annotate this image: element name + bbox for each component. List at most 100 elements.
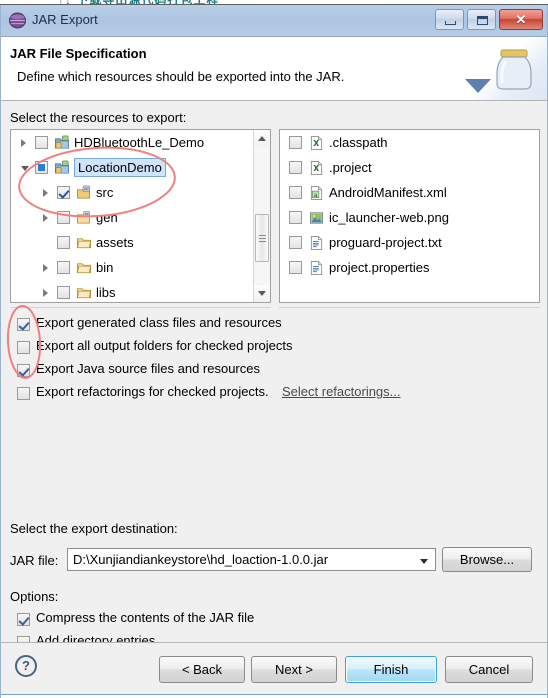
export-option-checkbox[interactable] — [17, 364, 30, 377]
tree-checkbox[interactable] — [57, 186, 70, 199]
tree-checkbox[interactable] — [57, 211, 70, 224]
minimize-button[interactable] — [435, 9, 464, 30]
expand-arrow-closed-icon[interactable] — [43, 289, 48, 297]
scrollbar-grip — [259, 233, 266, 244]
minimize-icon — [445, 21, 456, 25]
header-banner — [461, 37, 547, 100]
options-label: Options: — [10, 589, 59, 604]
expand-arrow-open-icon[interactable] — [21, 166, 29, 171]
export-option-checkbox[interactable] — [17, 341, 30, 354]
tree-item-label: LocationDemo — [74, 158, 166, 177]
window-title: JAR Export — [32, 12, 98, 27]
folder-icon — [77, 263, 91, 274]
tree-row[interactable]: LocationDemo — [11, 155, 252, 180]
scrollbar-thumb[interactable] — [255, 214, 269, 262]
file-label: ic_launcher-web.png — [329, 210, 449, 225]
file-checkbox[interactable] — [289, 136, 302, 149]
option-label: Compress the contents of the JAR file — [36, 610, 255, 625]
close-icon: ✕ — [515, 12, 527, 27]
android-project-icon — [55, 135, 69, 149]
export-option-checkbox[interactable] — [17, 318, 30, 331]
export-option-label: Export generated class files and resourc… — [36, 315, 282, 330]
maximize-button[interactable] — [467, 9, 496, 30]
expand-arrow-closed-icon[interactable] — [43, 189, 48, 197]
file-row[interactable]: X .project — [280, 155, 539, 180]
file-checkbox[interactable] — [289, 211, 302, 224]
scroll-up-button[interactable] — [254, 130, 270, 147]
gen-folder-icon — [77, 211, 90, 224]
tree-item-label: libs — [96, 285, 116, 300]
tree-row[interactable]: src — [11, 180, 252, 205]
back-button[interactable]: < Back — [159, 656, 245, 683]
option-checkbox[interactable] — [17, 613, 30, 626]
tree-checkbox[interactable] — [57, 261, 70, 274]
cancel-button[interactable]: Cancel — [445, 656, 533, 683]
chevron-down-icon — [258, 291, 266, 296]
resource-tree-panel[interactable]: HDBluetoothLe_Demo LocationDemo src gen asse… — [10, 129, 271, 303]
tree-item-label: assets — [96, 235, 134, 250]
tree-row[interactable]: assets — [11, 230, 252, 255]
expand-arrow-closed-icon[interactable] — [21, 139, 26, 147]
file-label: .classpath — [329, 135, 388, 150]
scroll-down-button[interactable] — [254, 285, 270, 302]
jar-file-combo[interactable]: D:\Xunjiandiankeystore\hd_loaction-1.0.0… — [67, 548, 436, 571]
file-label: proguard-project.txt — [329, 235, 442, 250]
export-option-checkbox[interactable] — [17, 387, 30, 400]
tree-row[interactable]: libs — [11, 280, 252, 302]
tree-item-label: bin — [96, 260, 114, 275]
xml-file-icon: X — [310, 161, 323, 175]
expand-arrow-closed-icon[interactable] — [43, 264, 48, 272]
file-checkbox[interactable] — [289, 186, 302, 199]
page-title: JAR File Specification — [10, 46, 147, 61]
file-row[interactable]: project.properties — [280, 255, 539, 280]
file-checkbox[interactable] — [289, 261, 302, 274]
tree-checkbox[interactable] — [57, 286, 70, 299]
export-option-label: Export refactorings for checked projects… — [36, 384, 269, 399]
folder-icon — [77, 288, 91, 299]
file-row[interactable]: X .classpath — [280, 130, 539, 155]
text-file-icon — [310, 261, 323, 275]
next-button[interactable]: Next > — [251, 656, 337, 683]
file-label: AndroidManifest.xml — [329, 185, 447, 200]
tree-item-label: src — [96, 185, 114, 200]
select-refactorings-link[interactable]: Select refactorings... — [282, 384, 401, 399]
resources-label: Select the resources to export: — [10, 110, 187, 125]
tree-row[interactable]: gen — [11, 205, 252, 230]
close-button[interactable]: ✕ — [499, 9, 543, 30]
export-option-label: Export Java source files and resources — [36, 361, 260, 376]
manifest-file-icon: a — [310, 186, 323, 200]
file-list[interactable]: X .classpath X .project a AndroidManifest.xml… — [280, 130, 539, 302]
window-controls: ✕ — [435, 9, 543, 30]
tree-item-label: gen — [96, 210, 118, 225]
tree-item-label: HDBluetoothLe_Demo — [74, 135, 205, 150]
file-row[interactable]: ic_launcher-web.png — [280, 205, 539, 230]
svg-text:X: X — [313, 164, 319, 173]
tree-checkbox[interactable] — [57, 236, 70, 249]
finish-button[interactable]: Finish — [345, 656, 437, 683]
export-option-label: Export all output folders for checked pr… — [36, 338, 293, 353]
text-file-icon — [310, 236, 323, 250]
separator-right — [279, 307, 540, 308]
file-list-panel[interactable]: X .classpath X .project a AndroidManifest.xml… — [279, 129, 540, 303]
jar-export-icon — [9, 12, 26, 29]
tree-row[interactable]: HDBluetoothLe_Demo — [11, 130, 252, 155]
file-row[interactable]: a AndroidManifest.xml — [280, 180, 539, 205]
tree-checkbox[interactable] — [35, 136, 48, 149]
file-row[interactable]: proguard-project.txt — [280, 230, 539, 255]
source-folder-icon — [77, 185, 90, 199]
window-bottom-edge — [1, 694, 547, 698]
tree-scrollbar[interactable] — [253, 130, 270, 302]
browse-button[interactable]: Browse... — [442, 547, 532, 572]
svg-text:X: X — [313, 139, 319, 148]
file-checkbox[interactable] — [289, 236, 302, 249]
expand-arrow-closed-icon[interactable] — [43, 214, 48, 222]
jar-banner-icon — [465, 49, 532, 93]
resource-tree[interactable]: HDBluetoothLe_Demo LocationDemo src gen asse… — [11, 130, 252, 302]
file-checkbox[interactable] — [289, 161, 302, 174]
chevron-down-icon[interactable] — [420, 559, 428, 564]
tree-checkbox[interactable] — [35, 161, 48, 174]
help-button[interactable]: ? — [15, 655, 37, 677]
jar-export-dialog: ↑↓ 下载导出源代码打包工程 JAR Export ✕ JAR File Spe… — [0, 0, 548, 698]
file-label: project.properties — [329, 260, 430, 275]
tree-row[interactable]: bin — [11, 255, 252, 280]
